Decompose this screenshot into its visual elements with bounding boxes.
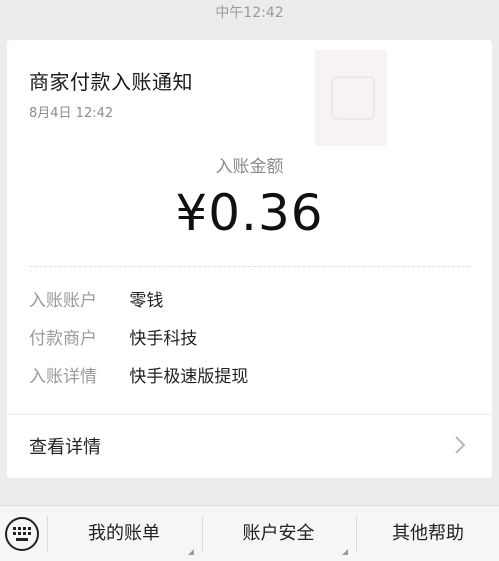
detail-row-description: 入账详情 快手极速版提现: [29, 362, 248, 392]
detail-value: 快手极速版提现: [129, 367, 249, 387]
submenu-indicator-icon: [188, 549, 194, 555]
keyboard-icon: [5, 517, 39, 551]
amount-label: 入账金额: [215, 157, 284, 177]
menu-other-help[interactable]: 其他帮助: [357, 506, 499, 561]
detail-row-account: 入账账户 零钱: [29, 286, 163, 316]
submenu-indicator-icon: [342, 549, 348, 555]
detail-value: 零钱: [129, 291, 164, 311]
chat-timestamp: 中午12:42: [215, 5, 284, 21]
menu-label: 其他帮助: [392, 523, 464, 544]
card-title: 商家付款入账通知: [29, 70, 193, 94]
detail-label: 入账详情: [29, 367, 97, 387]
keyboard-toggle-button[interactable]: [0, 506, 45, 561]
view-details-link[interactable]: 查看详情: [7, 415, 492, 478]
bottom-menu-bar: 我的账单 账户安全 其他帮助: [0, 505, 499, 561]
detail-value: 快手科技: [129, 329, 198, 349]
amount-value: ¥0.36: [175, 184, 324, 242]
menu-label: 账户安全: [242, 523, 315, 544]
payment-notification-card[interactable]: 商家付款入账通知 8月4日 12:42 入账金额 ¥0.36 入账账户 零钱 付…: [7, 40, 492, 478]
menu-my-bills[interactable]: 我的账单: [48, 506, 200, 561]
merchant-logo-shape: [331, 76, 375, 120]
dashed-divider: [29, 266, 470, 267]
view-details-label: 查看详情: [29, 437, 101, 458]
menu-label: 我的账单: [88, 523, 160, 544]
menu-account-security[interactable]: 账户安全: [203, 506, 354, 561]
detail-label: 入账账户: [29, 291, 97, 311]
card-date: 8月4日 12:42: [29, 106, 114, 121]
detail-row-merchant: 付款商户 快手科技: [29, 324, 197, 354]
merchant-logo-icon: [315, 50, 387, 146]
detail-label: 付款商户: [29, 329, 97, 349]
chevron-right-icon: [455, 436, 466, 454]
